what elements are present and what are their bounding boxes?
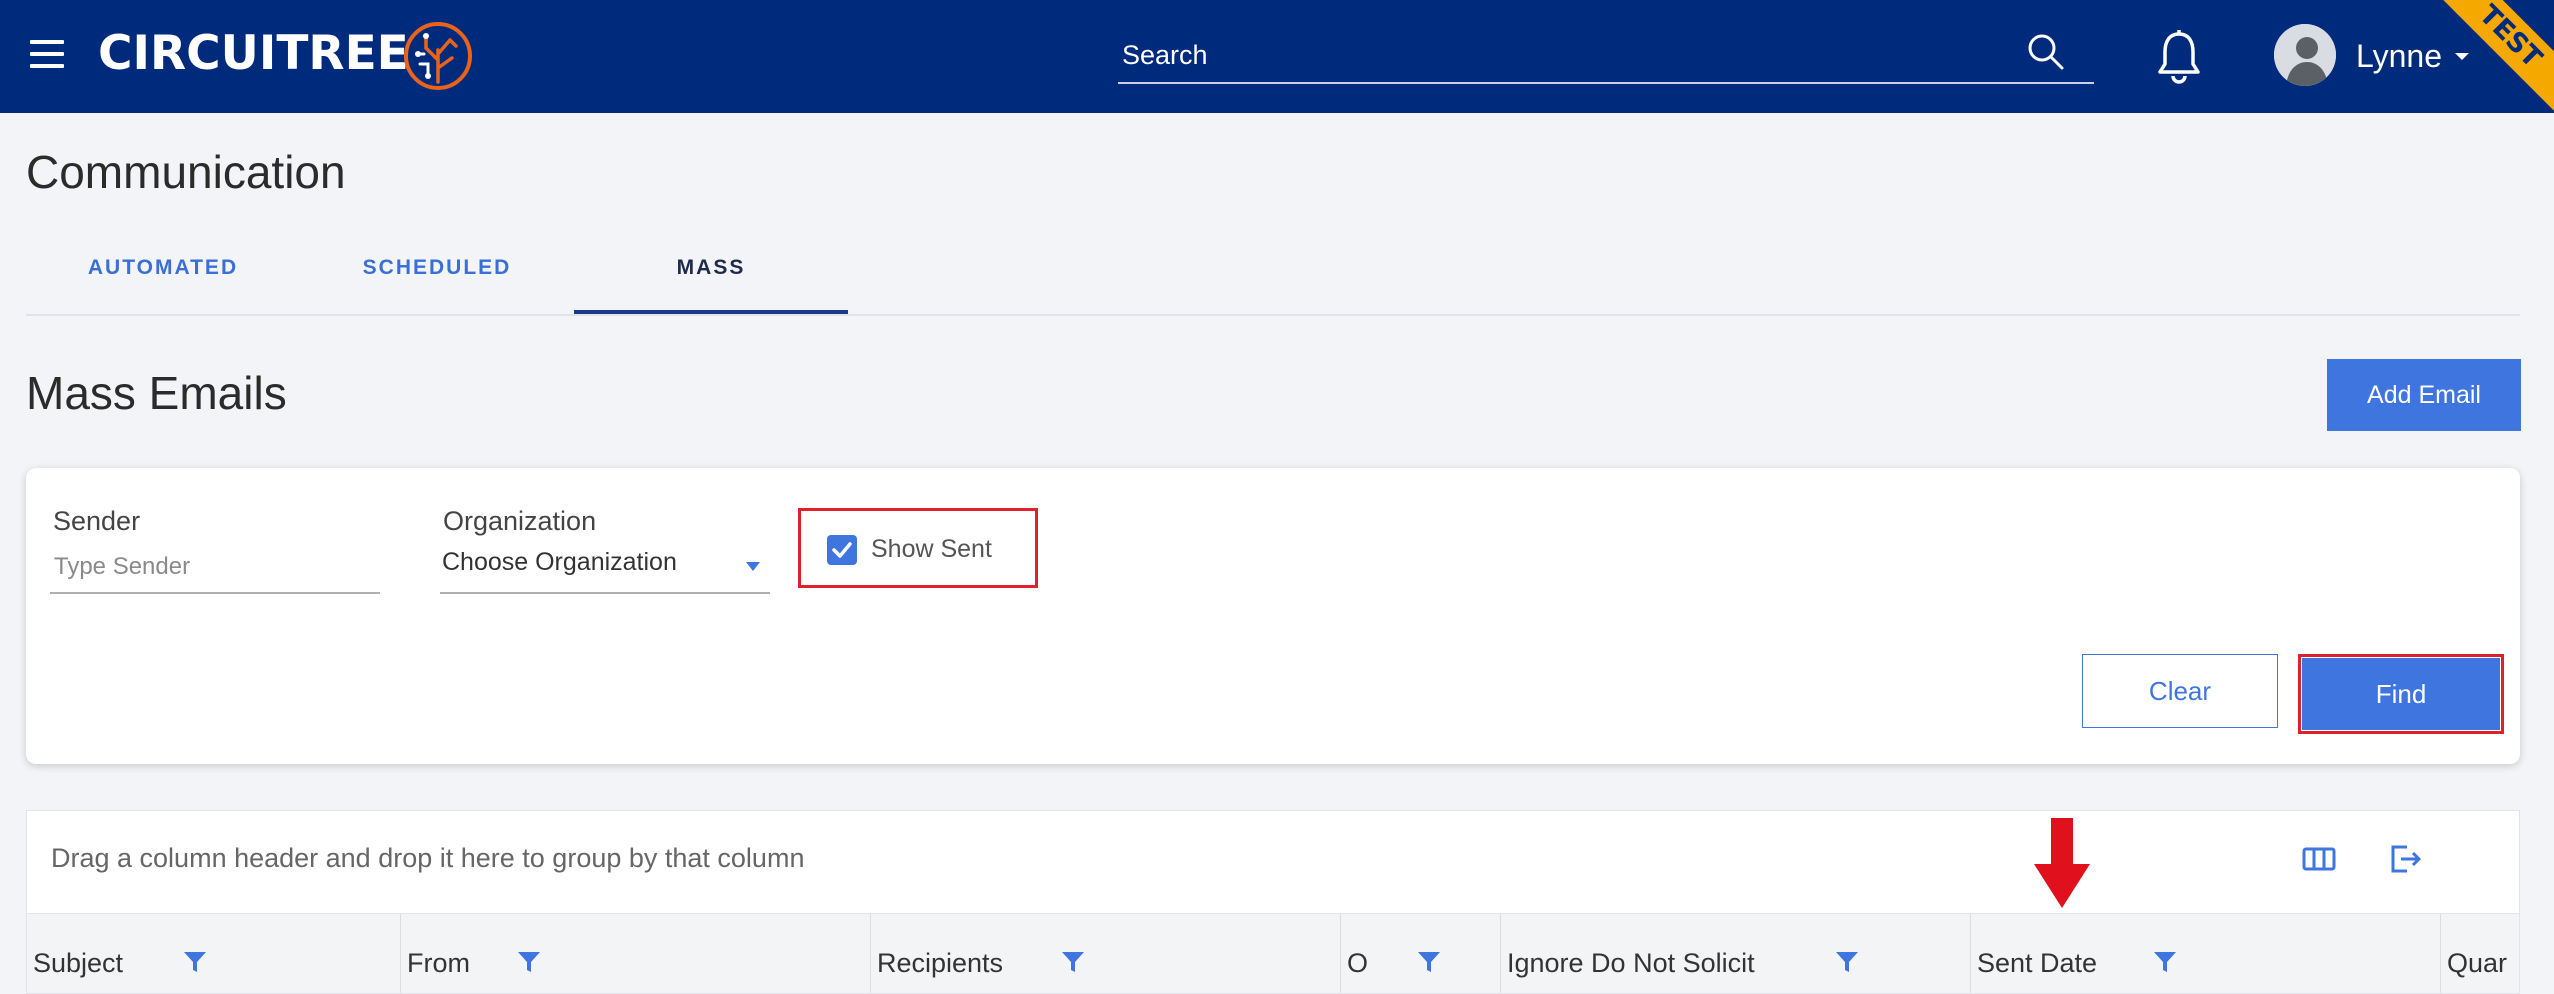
- avatar[interactable]: [2274, 24, 2336, 86]
- sender-input[interactable]: [52, 546, 376, 588]
- column-label: Subject: [33, 948, 124, 978]
- caret-down-icon[interactable]: [2454, 52, 2470, 62]
- tab-mass[interactable]: MASS: [574, 230, 848, 314]
- column-label: From: [407, 948, 470, 978]
- filter-icon[interactable]: [183, 950, 207, 974]
- top-app-bar: CIRCUITREE Lynne TEST: [0, 0, 2554, 113]
- filter-icon[interactable]: [2153, 950, 2177, 974]
- caret-down-icon: [746, 562, 760, 571]
- search-input[interactable]: [1120, 30, 2024, 80]
- show-sent-checkbox-highlight[interactable]: Show Sent: [798, 508, 1038, 588]
- grid-header-row: Subject From Recipients O Ignore Do Not …: [27, 913, 2519, 993]
- user-name[interactable]: Lynne: [2356, 38, 2442, 75]
- add-email-button[interactable]: Add Email: [2327, 359, 2521, 431]
- column-header-recipients[interactable]: Recipients: [871, 914, 1341, 993]
- bell-icon[interactable]: [2154, 28, 2204, 84]
- organization-label: Organization: [443, 506, 597, 536]
- column-header-ignore-do-not-solicit[interactable]: Ignore Do Not Solicit: [1501, 914, 1971, 993]
- menu-icon[interactable]: [30, 40, 64, 70]
- filter-card: Sender Organization Choose Organization …: [26, 468, 2520, 764]
- group-panel-hint[interactable]: Drag a column header and drop it here to…: [51, 843, 804, 874]
- column-header-quar[interactable]: Quar: [2441, 914, 2519, 993]
- column-label: Recipients: [877, 948, 1004, 978]
- check-icon: [832, 542, 852, 558]
- column-header-o[interactable]: O: [1341, 914, 1501, 993]
- show-sent-label[interactable]: Show Sent: [871, 535, 992, 564]
- clear-button[interactable]: Clear: [2082, 654, 2278, 728]
- column-header-from[interactable]: From: [401, 914, 871, 993]
- column-label: Ignore Do Not Solicit: [1507, 948, 1755, 978]
- filter-icon[interactable]: [1417, 950, 1441, 974]
- organization-select[interactable]: Choose Organization: [440, 540, 770, 588]
- filter-icon[interactable]: [1835, 950, 1859, 974]
- sender-label: Sender: [53, 506, 141, 536]
- column-label: Sent Date: [1977, 948, 2098, 978]
- mass-email-grid: Drag a column header and drop it here to…: [26, 810, 2520, 994]
- columns-icon[interactable]: [2301, 843, 2337, 875]
- find-button[interactable]: Find: [2302, 658, 2500, 730]
- column-header-subject[interactable]: Subject: [27, 914, 401, 993]
- organization-underline: [440, 592, 770, 594]
- column-label: Quar: [2447, 948, 2508, 978]
- red-down-arrow-icon: [2034, 818, 2090, 908]
- show-sent-checkbox[interactable]: [827, 535, 857, 565]
- page-title: Communication: [26, 146, 346, 198]
- export-icon[interactable]: [2387, 843, 2423, 875]
- filter-icon[interactable]: [517, 950, 541, 974]
- logo-text[interactable]: CIRCUITREE: [98, 26, 409, 81]
- tab-bar: AUTOMATED SCHEDULED MASS: [26, 230, 2520, 316]
- tab-automated[interactable]: AUTOMATED: [26, 230, 300, 312]
- logo-icon[interactable]: [402, 20, 474, 92]
- search-icon[interactable]: [2026, 32, 2066, 72]
- sender-underline: [50, 592, 380, 594]
- environment-badge: TEST: [2431, 0, 2554, 113]
- search-bar: [1118, 30, 2094, 84]
- section-title: Mass Emails: [26, 367, 287, 419]
- tab-scheduled[interactable]: SCHEDULED: [300, 230, 574, 312]
- column-label: O: [1347, 948, 1369, 978]
- filter-icon[interactable]: [1061, 950, 1085, 974]
- organization-value: Choose Organization: [442, 548, 677, 576]
- column-header-sent-date[interactable]: Sent Date: [1971, 914, 2441, 993]
